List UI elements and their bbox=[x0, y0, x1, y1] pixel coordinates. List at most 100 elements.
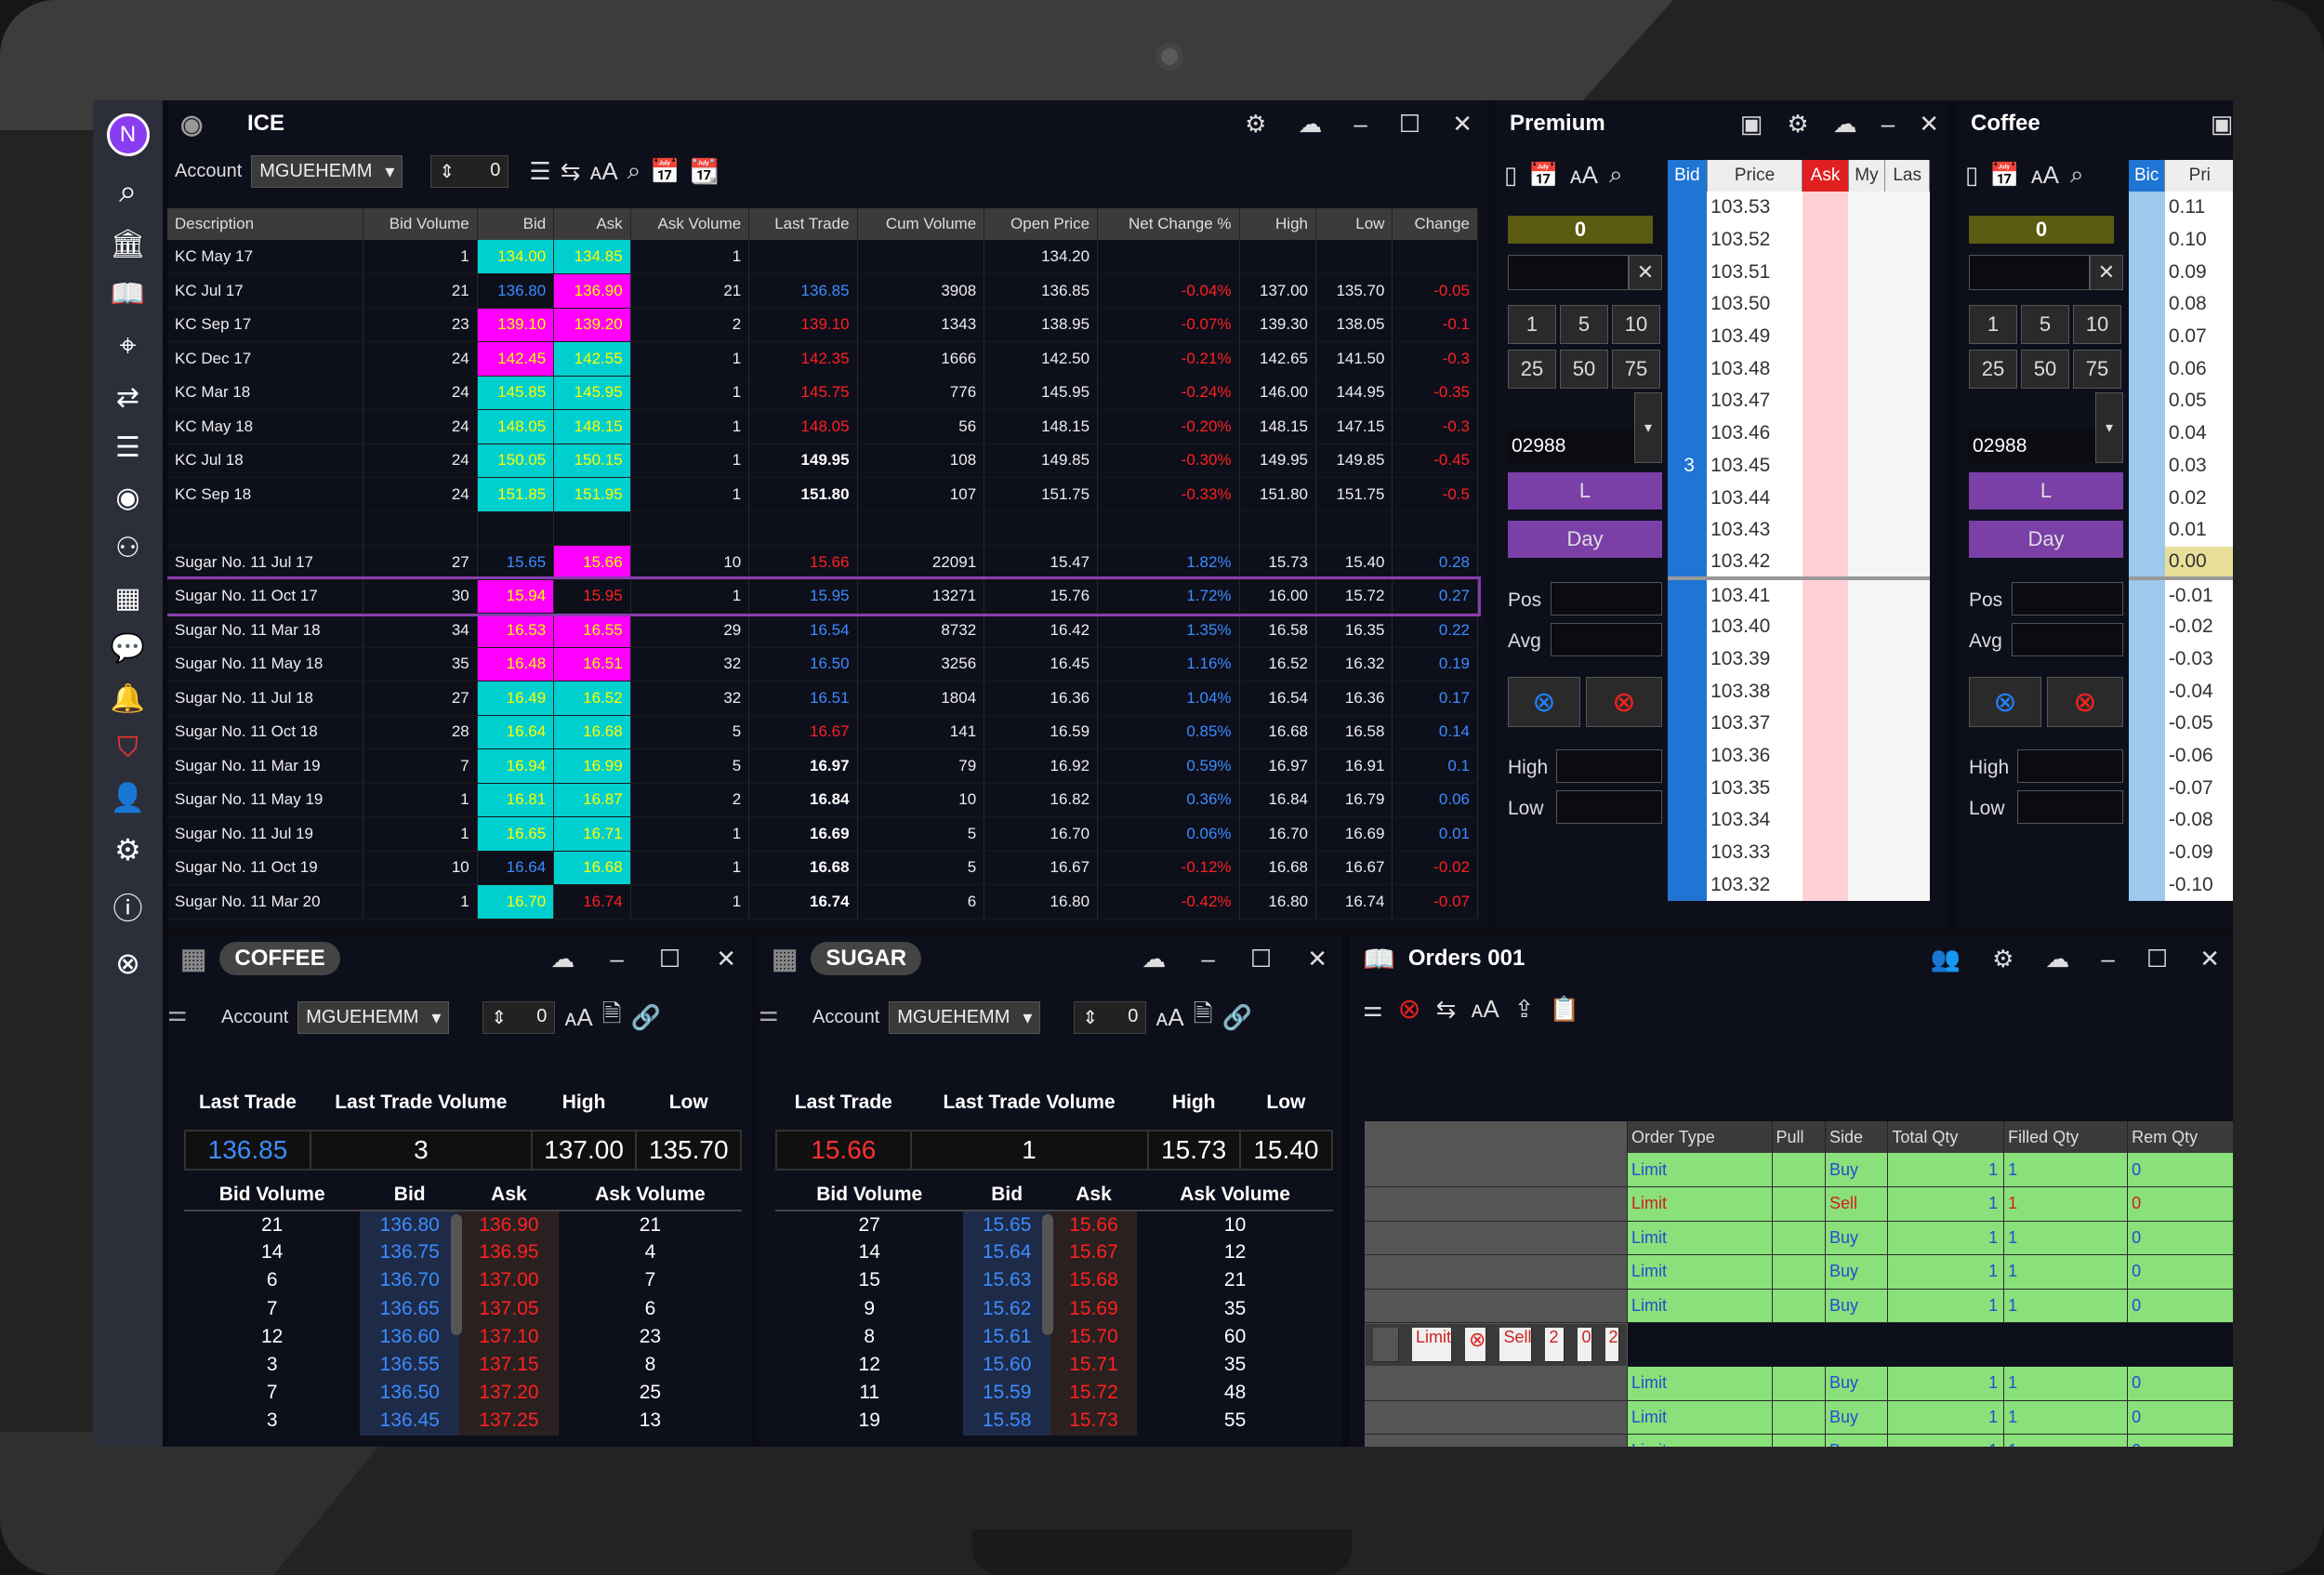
cell-h[interactable] bbox=[1239, 240, 1317, 274]
ladder-my-cell[interactable] bbox=[1848, 546, 1885, 579]
ladder-last-cell[interactable] bbox=[1884, 772, 1930, 805]
order-rem-qty[interactable]: 2 bbox=[1604, 1328, 1619, 1362]
cell-b[interactable]: 15.94 bbox=[477, 579, 555, 614]
depth-row[interactable]: 12 136.60 137.10 23 bbox=[184, 1322, 742, 1351]
lot-button-10[interactable]: 10 bbox=[1612, 305, 1660, 344]
font-size-icon[interactable]: ᴀA bbox=[1570, 161, 1598, 190]
cell-cv[interactable]: 141 bbox=[857, 715, 985, 749]
cell-c[interactable]: 0.17 bbox=[1392, 681, 1478, 716]
ladder-icon[interactable]: ☰ bbox=[115, 431, 140, 464]
filter-icon[interactable]: ⚌ bbox=[1363, 996, 1383, 1023]
ladder-price-cell[interactable]: 103.47 bbox=[1707, 385, 1802, 417]
cell-l[interactable]: 16.67 bbox=[1315, 851, 1393, 885]
ladder-bid-cell[interactable] bbox=[2129, 223, 2165, 257]
swap-icon[interactable]: ⇆ bbox=[1436, 995, 1457, 1024]
cell-c[interactable]: 0.06 bbox=[1392, 783, 1478, 817]
cell-av[interactable]: 1 bbox=[630, 240, 750, 274]
depth-bid[interactable]: 136.80 bbox=[360, 1211, 460, 1239]
grid-icon[interactable]: ▦ bbox=[772, 943, 798, 975]
depth-ask-volume[interactable]: 25 bbox=[559, 1379, 742, 1407]
depth-bid-volume[interactable]: 12 bbox=[775, 1351, 963, 1379]
depth-bid-volume[interactable]: 7 bbox=[184, 1379, 360, 1407]
ladder-last-cell[interactable] bbox=[1884, 739, 1930, 773]
cell-nc[interactable]: 1.72% bbox=[1097, 579, 1240, 614]
cell-op[interactable]: 136.85 bbox=[984, 273, 1099, 309]
ladder-row[interactable]: 3 103.45 bbox=[1668, 449, 1930, 483]
cell-lt[interactable]: 148.05 bbox=[748, 409, 858, 444]
ladder-last-cell[interactable] bbox=[1884, 449, 1930, 483]
ladder-price-cell[interactable]: -0.06 bbox=[2164, 739, 2233, 773]
order-type[interactable]: Limit bbox=[1627, 1186, 1773, 1222]
ladder-row[interactable]: -0.02 bbox=[2129, 610, 2233, 643]
cell-h[interactable]: 148.15 bbox=[1239, 409, 1317, 444]
cell-lt[interactable]: 142.35 bbox=[748, 341, 858, 377]
depth-bid-volume[interactable]: 11 bbox=[775, 1379, 963, 1407]
ladder-ask-cell[interactable] bbox=[1802, 836, 1849, 869]
cancel-sell-button[interactable]: ⊗ bbox=[1586, 677, 1662, 727]
cell-b[interactable]: 134.00 bbox=[477, 240, 555, 274]
cell-op[interactable]: 15.76 bbox=[984, 579, 1099, 614]
ladder-row[interactable]: 103.47 bbox=[1668, 385, 1930, 417]
ladder-last-cell[interactable] bbox=[1884, 610, 1930, 643]
ladder-price-cell[interactable]: 103.37 bbox=[1707, 708, 1802, 740]
calendar-add-icon[interactable]: 📆 bbox=[690, 157, 720, 186]
ladder-ask-cell[interactable] bbox=[1802, 223, 1849, 257]
table-row[interactable]: Sugar No. 11 Jul 19 1 16.65 16.71 1 16.69 5 16.… bbox=[167, 816, 1478, 852]
cell-bv[interactable]: 24 bbox=[363, 409, 478, 444]
ladder-ask-cell[interactable] bbox=[1802, 417, 1849, 450]
filter-icon[interactable]: ⚌ bbox=[759, 1000, 779, 1027]
ladder-row[interactable]: 0.05 bbox=[2129, 385, 2233, 417]
ladder-ask-cell[interactable] bbox=[1802, 804, 1849, 837]
ladder-ask-cell[interactable] bbox=[1802, 546, 1849, 579]
cell-av[interactable]: 1 bbox=[630, 851, 750, 885]
cell-nc[interactable]: 1.04% bbox=[1097, 681, 1240, 716]
cell-h[interactable]: 139.30 bbox=[1239, 308, 1317, 342]
minimize-button[interactable]: – bbox=[1882, 110, 1895, 139]
column-header[interactable]: High bbox=[1239, 208, 1317, 240]
ladder-price-cell[interactable]: -0.10 bbox=[2164, 868, 2233, 902]
cell-av[interactable]: 5 bbox=[630, 715, 750, 749]
order-type[interactable]: Limit bbox=[1412, 1328, 1453, 1362]
orders-col-header[interactable]: Rem Qty bbox=[2127, 1121, 2233, 1153]
depth-ask-volume[interactable]: 7 bbox=[559, 1266, 742, 1294]
cell-av[interactable]: 2 bbox=[630, 308, 750, 342]
side-button[interactable]: L bbox=[1969, 472, 2123, 510]
ladder-my-cell[interactable] bbox=[1848, 352, 1885, 386]
cell-bv[interactable]: 23 bbox=[363, 308, 478, 342]
cell-b[interactable]: 16.64 bbox=[477, 715, 555, 749]
table-row[interactable]: KC Jul 18 24 150.05 150.15 1 149.95 108 149.85-… bbox=[167, 443, 1478, 478]
ladder-price-cell[interactable]: 0.09 bbox=[2164, 256, 2233, 289]
depth-bid-volume[interactable]: 27 bbox=[775, 1211, 963, 1238]
ladder-last-cell[interactable] bbox=[1884, 546, 1930, 579]
ladder-row[interactable]: 103.49 bbox=[1668, 320, 1930, 353]
ladder-price-cell[interactable]: 103.46 bbox=[1707, 417, 1802, 450]
cell-d[interactable]: Sugar No. 11 Oct 17 bbox=[167, 579, 363, 614]
lot-button-25[interactable]: 25 bbox=[1969, 350, 2017, 389]
ladder-my-cell[interactable] bbox=[1848, 192, 1885, 224]
ladder-row[interactable]: 103.50 bbox=[1668, 288, 1930, 321]
cell-b[interactable]: 150.05 bbox=[477, 443, 555, 478]
grid-icon[interactable]: ▦ bbox=[180, 943, 206, 975]
ladder-last-cell[interactable] bbox=[1884, 352, 1930, 386]
cell-nc[interactable]: -0.21% bbox=[1097, 341, 1240, 377]
cell-a[interactable]: 136.90 bbox=[553, 273, 631, 309]
ladder-bid-cell[interactable] bbox=[2129, 288, 2165, 321]
order-rem-qty[interactable]: 0 bbox=[2127, 1366, 2233, 1401]
cell-cv[interactable]: 5 bbox=[857, 851, 985, 885]
depth-bid[interactable]: 136.65 bbox=[360, 1294, 460, 1323]
cell-d[interactable]: KC May 17 bbox=[167, 240, 363, 274]
cell-bv[interactable]: 1 bbox=[363, 884, 478, 920]
maximize-button[interactable]: ☐ bbox=[659, 945, 680, 973]
cell-l[interactable]: 151.75 bbox=[1315, 477, 1393, 512]
ladder-price-cell[interactable]: 103.51 bbox=[1707, 256, 1802, 289]
order-total-qty[interactable]: 1 bbox=[1887, 1289, 2005, 1323]
cell-d[interactable]: Sugar No. 11 Oct 18 bbox=[167, 715, 363, 749]
depth-row[interactable]: 27 15.65 15.66 10 bbox=[775, 1211, 1333, 1239]
cell-l[interactable]: 16.79 bbox=[1315, 783, 1393, 817]
ladder-last-cell[interactable] bbox=[1884, 320, 1930, 353]
ladder-bid-cell[interactable] bbox=[2129, 385, 2165, 417]
ladder-bid-cell[interactable] bbox=[1668, 513, 1708, 547]
quantity-stepper[interactable]: ⇕ 0 bbox=[1074, 1000, 1147, 1034]
cell-c[interactable]: -0.07 bbox=[1392, 884, 1478, 920]
ladder-bid-cell[interactable] bbox=[1668, 256, 1708, 289]
